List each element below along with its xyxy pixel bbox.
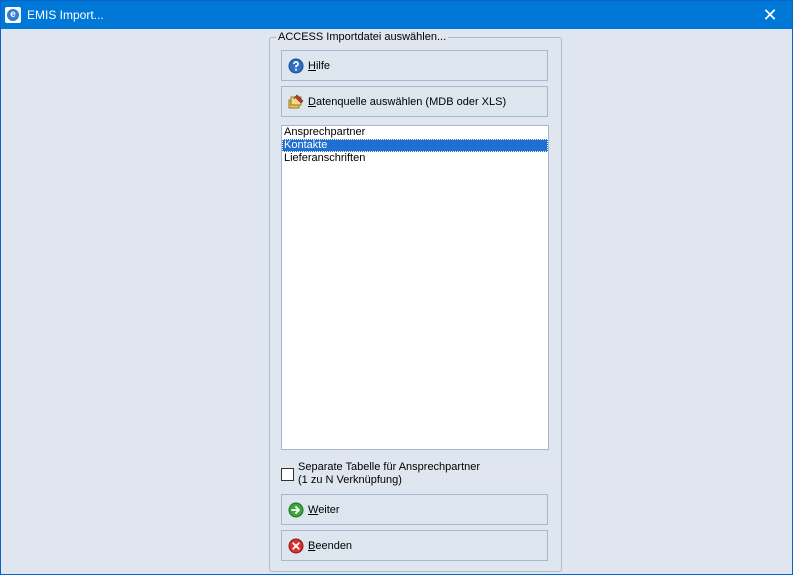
help-label: Hilfe	[308, 59, 331, 72]
datasource-label: Datenquelle auswählen (MDB oder XLS)	[308, 95, 507, 108]
app-icon: e	[5, 7, 21, 23]
separate-table-option[interactable]: Separate Tabelle für Ansprechpartner (1 …	[281, 461, 549, 489]
list-item[interactable]: Lieferanschriften	[282, 152, 548, 165]
quit-button[interactable]: Beenden	[281, 530, 548, 561]
group-legend: ACCESS Importdatei auswählen...	[276, 31, 449, 43]
help-icon	[288, 58, 304, 74]
quit-label: Beenden	[308, 539, 353, 552]
window-title: EMIS Import...	[27, 8, 104, 22]
close-window-button[interactable]: ✕	[748, 1, 792, 29]
datasource-button[interactable]: Datenquelle auswählen (MDB oder XLS)	[281, 86, 548, 117]
title-bar: e EMIS Import... ✕	[1, 1, 792, 29]
arrow-right-icon	[288, 502, 304, 518]
separate-table-label: Separate Tabelle für Ansprechpartner (1 …	[298, 461, 481, 486]
separate-table-checkbox[interactable]	[281, 468, 294, 481]
datasource-icon	[288, 94, 304, 110]
next-button[interactable]: Weiter	[281, 494, 548, 525]
list-item[interactable]: Ansprechpartner	[282, 126, 548, 139]
list-item[interactable]: Kontakte	[282, 139, 548, 152]
table-listbox[interactable]: Ansprechpartner Kontakte Lieferanschrift…	[281, 125, 549, 450]
close-icon	[288, 538, 304, 554]
next-label: Weiter	[308, 503, 340, 516]
help-button[interactable]: Hilfe	[281, 50, 548, 81]
